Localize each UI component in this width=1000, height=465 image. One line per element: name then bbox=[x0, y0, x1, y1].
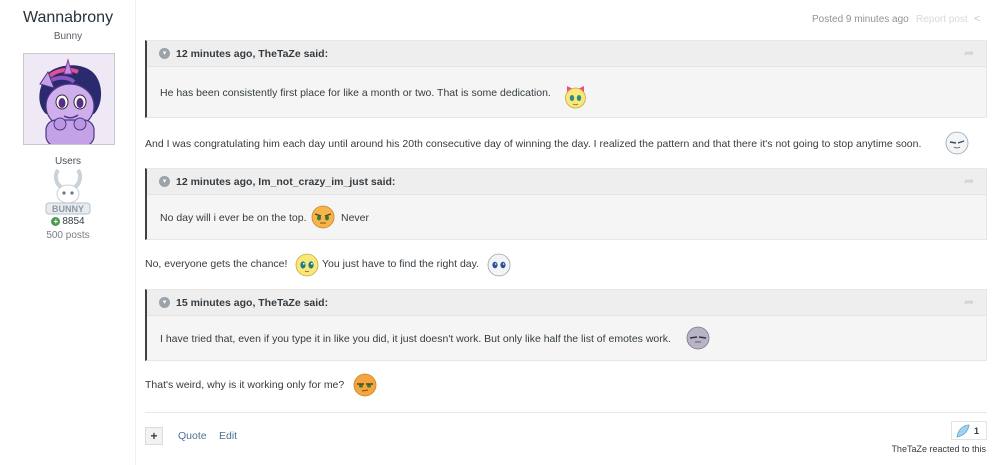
reputation[interactable]: +8854 bbox=[0, 216, 136, 227]
avatar-pony-image bbox=[24, 54, 114, 144]
fluttershy-bow-emote-icon bbox=[565, 86, 586, 109]
quote-jump-icon[interactable]: ➦ bbox=[964, 46, 974, 60]
rarity-emote-icon bbox=[487, 253, 511, 277]
edit-button[interactable]: Edit bbox=[219, 430, 237, 442]
quote-citation[interactable]: 12 minutes ago, Im_not_crazy_im_just sai… bbox=[176, 176, 395, 188]
author-title: Bunny bbox=[53, 31, 83, 42]
reaction-button[interactable]: 1 bbox=[951, 421, 987, 440]
author-group: Users bbox=[54, 156, 82, 167]
quote-text: I have tried that, even if you type it i… bbox=[160, 333, 671, 345]
fluttershy-emote-icon bbox=[295, 253, 319, 277]
quote-button[interactable]: Quote bbox=[178, 430, 207, 442]
reputation-count: 8854 bbox=[62, 216, 85, 227]
reaction-emote-icon bbox=[956, 424, 970, 438]
quote-header: ▾ 12 minutes ago, TheTaZe said: ➦ bbox=[147, 41, 986, 67]
collapse-toggle-icon[interactable]: ▾ bbox=[159, 176, 170, 187]
reaction-summary[interactable]: TheTaZe reacted to this bbox=[891, 444, 986, 454]
reputation-plus-icon: + bbox=[51, 216, 61, 226]
post-paragraph: No, everyone gets the chance! bbox=[145, 258, 288, 270]
post-date[interactable]: Posted 9 minutes ago bbox=[812, 14, 909, 25]
quote-header: ▾ 12 minutes ago, Im_not_crazy_im_just s… bbox=[147, 169, 986, 195]
post-footer-divider bbox=[145, 412, 987, 413]
quote-block: ▾ 12 minutes ago, Im_not_crazy_im_just s… bbox=[145, 168, 987, 240]
post-paragraph: And I was congratulating him each day un… bbox=[145, 138, 922, 150]
reaction-count: 1 bbox=[974, 426, 980, 436]
quote-block: ▾ 15 minutes ago, TheTaZe said: ➦ I have… bbox=[145, 289, 987, 361]
quote-text: No day will i ever be on the top. bbox=[160, 212, 307, 224]
quote-jump-icon[interactable]: ➦ bbox=[964, 174, 974, 188]
quote-jump-icon[interactable]: ➦ bbox=[964, 295, 974, 309]
multiquote-plus-button[interactable]: + bbox=[145, 427, 163, 445]
quote-body: No day will i ever be on the top. Never bbox=[147, 195, 986, 245]
author-name[interactable]: Wannabrony bbox=[0, 9, 136, 27]
quote-text-after-emote: Never bbox=[341, 212, 370, 224]
collapse-toggle-icon[interactable]: ▾ bbox=[159, 297, 170, 308]
quote-body: I have tried that, even if you type it i… bbox=[147, 316, 986, 366]
quote-header: ▾ 15 minutes ago, TheTaZe said: ➦ bbox=[147, 290, 986, 316]
quote-text: He has been consistently first place for… bbox=[160, 87, 551, 99]
author-panel: Wannabrony Bunny Users BUNNY + 8854 500 … bbox=[0, 0, 136, 465]
maud-emote-icon bbox=[686, 326, 710, 350]
post-count[interactable]: 500 posts bbox=[0, 230, 136, 241]
post-paragraph-after-emote: You just have to find the right day. bbox=[322, 258, 480, 270]
quote-citation[interactable]: 12 minutes ago, TheTaZe said: bbox=[176, 48, 328, 60]
report-post-link[interactable]: Report post bbox=[916, 14, 968, 25]
applejack-unimpressed-emote-icon bbox=[353, 373, 377, 397]
avatar[interactable] bbox=[23, 53, 115, 145]
collapse-toggle-icon[interactable]: ▾ bbox=[159, 48, 170, 59]
applejack-emote-icon bbox=[311, 205, 335, 229]
bunny-group-icon: BUNNY bbox=[45, 168, 91, 215]
rarity-wink-emote-icon bbox=[945, 131, 969, 155]
quote-citation[interactable]: 15 minutes ago, TheTaZe said: bbox=[176, 297, 328, 309]
bunny-badge-text: BUNNY bbox=[52, 204, 84, 214]
post-paragraph: That's weird, why is it working only for… bbox=[145, 379, 345, 391]
share-icon[interactable]: < bbox=[974, 13, 980, 25]
